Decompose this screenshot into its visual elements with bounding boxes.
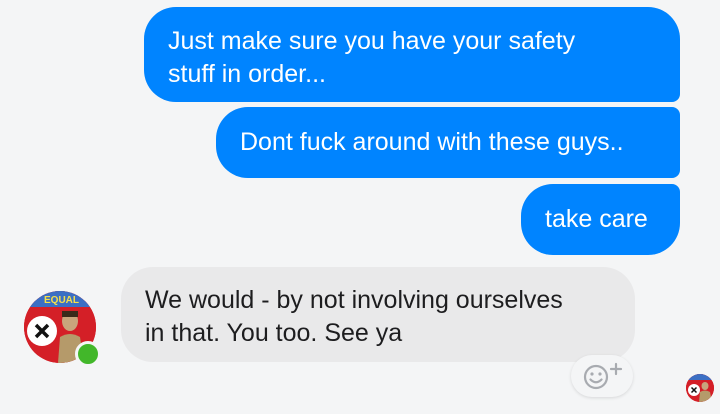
add-reaction-button[interactable] [571,355,633,397]
message-line: stuff in order... [168,60,326,88]
message-line: Just make sure you have your safety [168,27,576,55]
outgoing-message-bubble[interactable]: take care [521,184,680,255]
outgoing-message-bubble[interactable]: Dont fuck around with these guys.. [216,107,680,178]
message-line: We would - by not involving ourselves [145,286,563,314]
message-line: Dont fuck around with these guys.. [240,128,624,156]
message-line: in that. You too. See ya [145,319,403,347]
incoming-message-bubble[interactable]: We would - by not involving ourselves in… [121,267,635,362]
seen-avatar [686,374,714,402]
outgoing-message-bubble[interactable]: Just make sure you have your safety stuf… [144,7,680,102]
avatar-banner-text: EQUAL [44,295,79,306]
message-line: take care [545,205,648,233]
online-status-indicator [75,341,101,367]
add-reaction-icon [583,362,623,390]
seen-avatar-icon [686,374,714,402]
message-thread: Just make sure you have your safety stuf… [0,0,720,414]
